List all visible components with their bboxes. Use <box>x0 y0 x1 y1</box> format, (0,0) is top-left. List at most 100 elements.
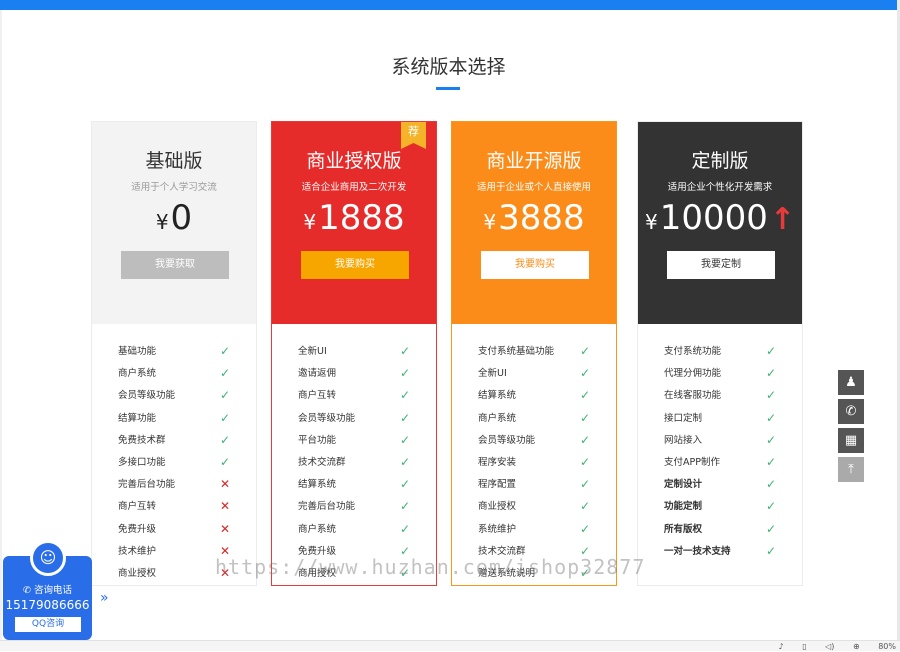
plan-card-custom: 定制版 适用企业个性化开发需求 ¥10000↑ 我要定制 支付系统功能 ✓ 代理分佣… <box>637 121 803 586</box>
feature-item: 支付APP制作 ✓ <box>638 455 802 477</box>
feature-item: 系统维护 ✓ <box>452 522 616 544</box>
feature-label: 定制设计 <box>664 479 703 491</box>
plan-name: 商业开源版 <box>486 150 582 172</box>
feature-item: 所有版权 ✓ <box>638 522 802 544</box>
feature-label: 商户系统 <box>118 368 157 380</box>
phone-icon[interactable]: ✆ <box>838 399 864 424</box>
consult-label-text: 咨询电话 <box>33 585 72 596</box>
feature-label: 会员等级功能 <box>118 390 176 402</box>
feature-label: 全新UI <box>478 368 507 380</box>
feature-item: 平台功能 ✓ <box>272 433 436 455</box>
plan-price: ¥3888 <box>452 198 616 238</box>
feature-label: 商业授权 <box>118 567 157 579</box>
feature-item: 全新UI ✓ <box>452 366 616 388</box>
check-icon: ✓ <box>579 521 590 536</box>
feature-label: 代理分佣功能 <box>664 368 722 380</box>
plan-header: 荐 商业授权版 适合企业商用及二次开发 ¥1888 我要购买 <box>272 122 436 324</box>
feature-label: 网站接入 <box>664 434 703 446</box>
check-icon: ✓ <box>579 388 590 403</box>
get-basic-button[interactable]: 我要获取 <box>121 251 229 279</box>
cross-icon: ✕ <box>219 477 230 492</box>
check-icon: ✓ <box>765 388 776 403</box>
title-underline <box>436 87 460 90</box>
check-icon: ✓ <box>399 388 410 403</box>
check-icon: ✓ <box>579 344 590 358</box>
check-icon: ✓ <box>765 477 776 492</box>
feature-item: 一对一技术支持 ✓ <box>638 544 802 566</box>
plan-header: 基础版 适用于个人学习交流 ¥0 我要获取 <box>92 122 256 324</box>
zoom-level: 80% <box>878 642 896 651</box>
check-icon: ✓ <box>219 432 230 447</box>
feature-item: 多接口功能 ✓ <box>92 455 256 477</box>
price-value: 1888 <box>318 198 405 238</box>
back-to-top-icon[interactable]: ⤒ <box>838 457 864 482</box>
plan-name: 基础版 <box>145 150 203 172</box>
feature-item: 商户系统 ✓ <box>452 411 616 433</box>
feature-item: 定制设计 ✓ <box>638 477 802 499</box>
feature-label: 结算功能 <box>118 412 157 424</box>
feature-label: 会员等级功能 <box>478 434 536 446</box>
feature-item: 商户系统 ✓ <box>272 522 436 544</box>
check-icon: ✓ <box>399 499 410 514</box>
feature-item: 完善后台功能 ✓ <box>272 499 436 521</box>
check-icon: ✓ <box>219 388 230 403</box>
plan-card-commercial-open-source: 商业开源版 适用于企业或个人直接使用 ¥3888 我要购买 支付系统基础功能 ✓ 全… <box>451 121 617 586</box>
feature-item: 结算系统 ✓ <box>272 477 436 499</box>
feature-label: 基础功能 <box>118 346 157 357</box>
check-icon: ✓ <box>219 454 230 469</box>
check-icon: ✓ <box>219 366 230 381</box>
feature-label: 商业授权 <box>478 501 517 513</box>
consult-phone: 15179086666 <box>5 598 90 612</box>
check-icon: ✓ <box>579 410 590 425</box>
feature-label: 支付系统基础功能 <box>478 346 555 357</box>
feature-item: 在线客服功能 ✓ <box>638 388 802 410</box>
plan-card-basic: 基础版 适用于个人学习交流 ¥0 我要获取 基础功能 ✓ 商户系统 ✓ 会员等级功能 ✓ 结… <box>91 121 257 586</box>
feature-item: 基础功能 ✓ <box>92 344 256 366</box>
feature-label: 会员等级功能 <box>298 412 356 424</box>
feature-label: 邀请返佣 <box>298 368 337 380</box>
expand-chevron-icon[interactable]: » <box>100 590 109 606</box>
zoom-in-icon[interactable]: ⊕ <box>853 642 860 651</box>
buy-open-source-button[interactable]: 我要购买 <box>481 251 589 279</box>
currency-symbol: ¥ <box>483 210 497 234</box>
watermark: https://www.huzhan.com/ishop32877 <box>215 555 646 579</box>
top-bar <box>0 0 897 10</box>
plan-header: 商业开源版 适用于企业或个人直接使用 ¥3888 我要购买 <box>452 122 616 324</box>
feature-label: 平台功能 <box>298 434 337 446</box>
volume-icon[interactable]: ◁) <box>825 642 834 651</box>
status-items: ♪ ▯ ◁) ⊕ 80% <box>763 641 896 652</box>
check-icon: ✓ <box>765 410 776 425</box>
check-icon: ✓ <box>579 477 590 492</box>
feature-item: 会员等级功能 ✓ <box>452 433 616 455</box>
device-icon[interactable]: ▯ <box>802 642 806 651</box>
feature-label: 商户系统 <box>478 412 517 424</box>
custom-order-button[interactable]: 我要定制 <box>667 251 775 279</box>
buy-commercial-license-button[interactable]: 我要购买 <box>301 251 409 279</box>
feature-label: 技术交流群 <box>298 456 346 468</box>
feature-item: 网站接入 ✓ <box>638 433 802 455</box>
qq-consult-button[interactable]: QQ咨询 <box>15 617 81 632</box>
cross-icon: ✕ <box>219 499 230 514</box>
check-icon: ✓ <box>765 344 776 358</box>
plan-name: 定制版 <box>691 150 749 172</box>
consult-widget: ☺ ✆ 咨询电话 15179086666 QQ咨询 <box>3 540 92 640</box>
feature-item: 邀请返佣 ✓ <box>272 366 436 388</box>
check-icon: ✓ <box>399 432 410 447</box>
check-icon: ✓ <box>765 366 776 381</box>
check-icon: ✓ <box>579 454 590 469</box>
plan-desc: 适用企业个性化开发需求 <box>667 182 773 193</box>
feature-item: 免费升级 ✕ <box>92 522 256 544</box>
price-value: 0 <box>170 198 193 238</box>
feature-item: 代理分佣功能 ✓ <box>638 366 802 388</box>
qrcode-icon[interactable]: ▦ <box>838 428 864 453</box>
check-icon: ✓ <box>579 432 590 447</box>
left-edge <box>0 10 2 640</box>
notification-icon[interactable]: ♪ <box>779 642 784 651</box>
service-avatar-icon: ☺ <box>30 540 66 576</box>
check-icon: ✓ <box>579 366 590 381</box>
qq-icon[interactable]: ♟ <box>838 370 864 395</box>
feature-item: 程序配置 ✓ <box>452 477 616 499</box>
price-value: 10000 <box>659 198 768 238</box>
check-icon: ✓ <box>399 521 410 536</box>
check-icon: ✓ <box>765 543 776 558</box>
